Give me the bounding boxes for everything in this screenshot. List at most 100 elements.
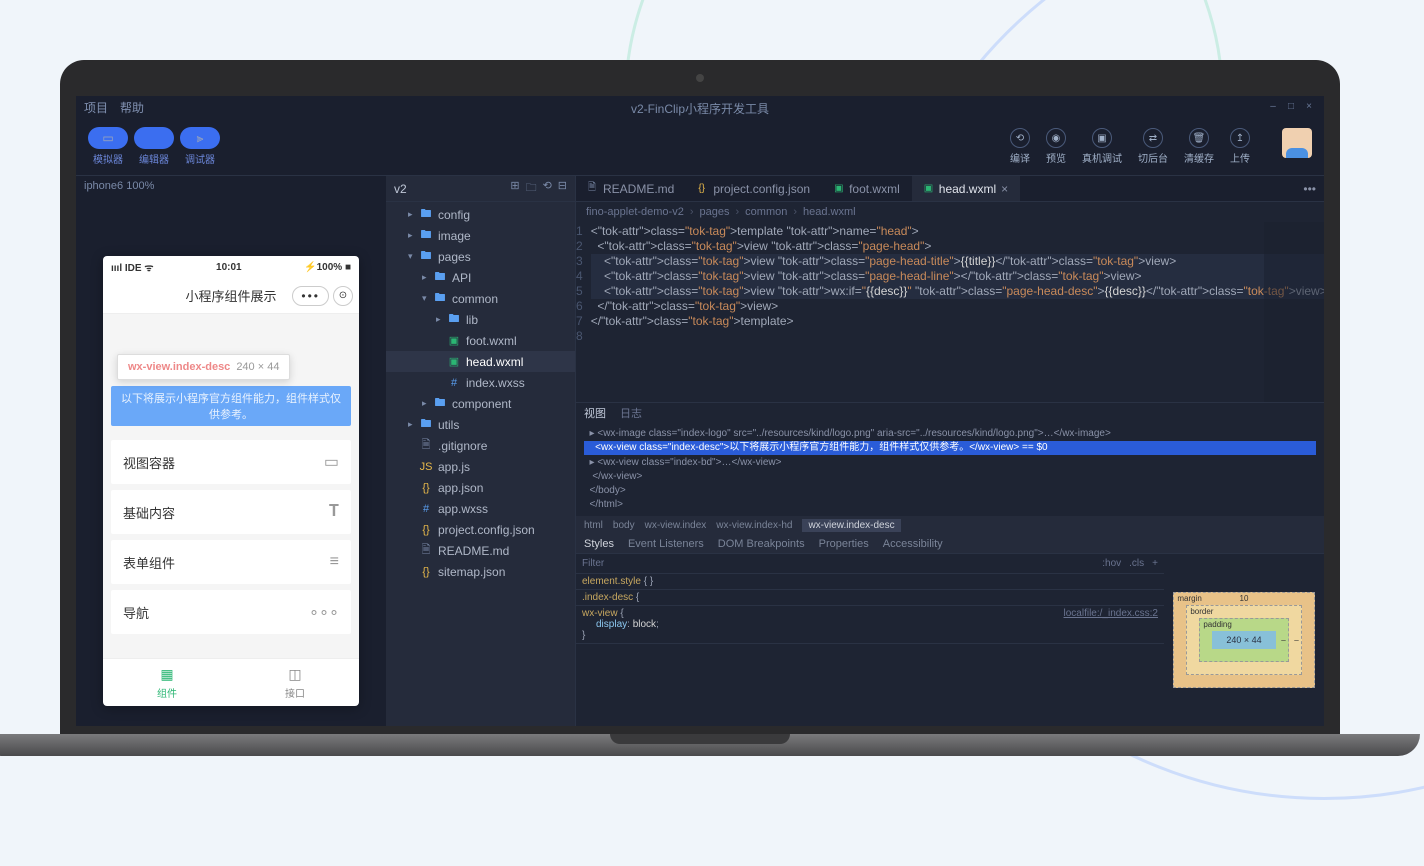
breadcrumb-seg[interactable]: head.wxml (803, 206, 856, 218)
dom-crumb-seg[interactable]: wx-view.index-hd (716, 520, 792, 531)
action-remote-debug[interactable]: ▣真机调试 (1082, 128, 1122, 165)
user-avatar[interactable] (1282, 128, 1312, 158)
tree-node[interactable]: # app.wxss (386, 498, 575, 519)
tree-node[interactable]: # index.wxss (386, 372, 575, 393)
tool-tab-1[interactable]: 编辑器 (134, 127, 174, 166)
menu-help[interactable]: 帮助 (120, 99, 144, 116)
tree-node[interactable]: {} sitemap.json (386, 561, 575, 582)
editor-tab[interactable]: {}project.config.json (686, 176, 822, 201)
capsule-menu[interactable]: ••• (292, 286, 329, 306)
code-editor[interactable]: 12345678 <"tok-attr">class="tok-tag">tem… (576, 222, 1324, 402)
refresh-icon[interactable]: ⟲ (543, 179, 552, 198)
devtools-sub-tab[interactable]: Properties (819, 538, 869, 550)
tab-component[interactable]: ▦组件 (103, 659, 231, 706)
devtools-sub-tab[interactable]: DOM Breakpoints (718, 538, 805, 550)
tree-node[interactable]: 🗎 README.md (386, 540, 575, 561)
tree-node[interactable]: ▸ 🖿 lib (386, 309, 575, 330)
tree-node[interactable]: ▣ head.wxml (386, 351, 575, 372)
window-minimize[interactable]: – (1266, 101, 1280, 113)
css-rule[interactable]: .index-desc {</span> <div class="prop"><… (576, 590, 1164, 606)
breadcrumb-seg[interactable]: common (745, 206, 787, 218)
devtools-panel: 视图日志 ▸ <wx-image class="index-logo" src=… (576, 402, 1324, 726)
devtools-top-tab[interactable]: 日志 (620, 405, 642, 421)
tool-tab-0[interactable]: ▭ 模拟器 (88, 127, 128, 166)
phone-navbar: 小程序组件展示 ••• ⊙ (103, 278, 359, 314)
devtools-sub-tab[interactable]: Event Listeners (628, 538, 704, 550)
devtools-sub-tab[interactable]: Styles (584, 538, 614, 550)
tree-node[interactable]: 🗎 .gitignore (386, 435, 575, 456)
tree-node[interactable]: {} app.json (386, 477, 575, 498)
tree-node[interactable]: ▣ foot.wxml (386, 330, 575, 351)
action-upload[interactable]: ↥上传 (1230, 128, 1250, 165)
status-time: 10:01 (154, 262, 305, 273)
file-explorer: v2 ⊞ 🗀 ⟲ ⊟ ▸ 🖿 config ▸ 🖿 image ▾ 🖿 (386, 176, 576, 726)
list-item[interactable]: 导航∘∘∘ (111, 590, 351, 634)
action-background[interactable]: ⇄切后台 (1138, 128, 1168, 165)
camera-dot (696, 74, 704, 82)
css-rule[interactable]: wx-view {localfile:/_index.css:2 display… (576, 606, 1164, 644)
nav-title: 小程序组件展示 (185, 286, 276, 305)
window-maximize[interactable]: □ (1284, 101, 1298, 113)
tree-root-label[interactable]: v2 (394, 182, 407, 196)
new-folder-icon[interactable]: 🗀 (526, 179, 537, 198)
tool-tab-2[interactable]: ⫸ 调试器 (180, 127, 220, 166)
status-battery: ⚡100% ■ (304, 262, 351, 273)
minimap[interactable] (1264, 222, 1324, 402)
dom-breadcrumb: html body wx-view.index wx-view.index-hd wx-… (576, 516, 1324, 534)
sim-device[interactable]: iphone6 (84, 180, 123, 192)
capsule-close[interactable]: ⊙ (333, 286, 353, 306)
styles-filter-btn[interactable]: + (1152, 558, 1158, 569)
editor-tab[interactable]: 🗎README.md (576, 176, 686, 201)
tab-api[interactable]: ◫接口 (231, 659, 359, 706)
editor-tab[interactable]: ▣foot.wxml (822, 176, 912, 201)
box-model: margin10 border– padding– 240 × 44 (1164, 554, 1324, 726)
window-close[interactable]: × (1302, 101, 1316, 113)
sim-zoom[interactable]: 100% (126, 180, 154, 192)
devtools-sub-tab[interactable]: Accessibility (883, 538, 943, 550)
tree-node[interactable]: ▸ 🖿 config (386, 204, 575, 225)
editor-panel: 🗎README.md {}project.config.json ▣foot.w… (576, 176, 1324, 726)
element-tooltip: wx-view.index-desc240 × 44 (117, 354, 290, 380)
action-preview[interactable]: ◉预览 (1046, 128, 1066, 165)
new-file-icon[interactable]: ⊞ (510, 179, 519, 198)
devtools-top-tab[interactable]: 视图 (584, 405, 606, 421)
tree-node[interactable]: {} project.config.json (386, 519, 575, 540)
collapse-icon[interactable]: ⊟ (558, 179, 567, 198)
tabs-overflow[interactable]: ••• (1295, 176, 1324, 201)
dom-crumb-seg[interactable]: wx-view.index-desc (802, 519, 900, 532)
simulator-panel: iphone6 100% ıııl IDE ᯤ 10:01 ⚡100% ■ 小程… (76, 176, 386, 726)
action-compile[interactable]: ⟲编译 (1010, 128, 1030, 165)
breadcrumb: fino-applet-demo-v2›pages›common›head.wx… (576, 202, 1324, 222)
dom-crumb-seg[interactable]: wx-view.index (645, 520, 707, 531)
highlighted-element[interactable]: 以下将展示小程序官方组件能力，组件样式仅供参考。 (111, 386, 351, 426)
tree-node[interactable]: ▸ 🖿 utils (386, 414, 575, 435)
dom-crumb-seg[interactable]: html (584, 520, 603, 531)
dom-tree[interactable]: ▸ <wx-image class="index-logo" src="../r… (576, 423, 1324, 516)
phone-tabbar: ▦组件 ◫接口 (103, 658, 359, 706)
list-item[interactable]: 表单组件≡ (111, 540, 351, 584)
styles-filter[interactable]: Filter (582, 558, 604, 569)
tree-node[interactable]: ▾ 🖿 common (386, 288, 575, 309)
css-rule[interactable]: element.style { } (576, 574, 1164, 590)
action-clear-cache[interactable]: 🗑清缓存 (1184, 128, 1214, 165)
styles-filter-btn[interactable]: :hov (1102, 558, 1121, 569)
phone-statusbar: ıııl IDE ᯤ 10:01 ⚡100% ■ (103, 256, 359, 278)
laptop-base (0, 734, 1420, 756)
list-item[interactable]: 基础内容𝐓 (111, 490, 351, 534)
tree-node[interactable]: ▸ 🖿 API (386, 267, 575, 288)
status-carrier: ıııl IDE ᯤ (111, 260, 154, 274)
dom-crumb-seg[interactable]: body (613, 520, 635, 531)
menu-project[interactable]: 项目 (84, 99, 108, 116)
tree-node[interactable]: ▸ 🖿 component (386, 393, 575, 414)
menubar: 项目 帮助 – □ × (76, 96, 1324, 118)
list-item[interactable]: 视图容器▭ (111, 440, 351, 484)
phone-simulator: ıııl IDE ᯤ 10:01 ⚡100% ■ 小程序组件展示 ••• ⊙ (103, 256, 359, 706)
tree-node[interactable]: JS app.js (386, 456, 575, 477)
styles-filter-btn[interactable]: .cls (1129, 558, 1144, 569)
tree-node[interactable]: ▸ 🖿 image (386, 225, 575, 246)
tree-node[interactable]: ▾ 🖿 pages (386, 246, 575, 267)
breadcrumb-seg[interactable]: pages (700, 206, 730, 218)
editor-tab[interactable]: ▣head.wxml× (912, 176, 1020, 201)
breadcrumb-seg[interactable]: fino-applet-demo-v2 (586, 206, 684, 218)
laptop-frame: v2-FinClip小程序开发工具 项目 帮助 – □ × ▭ 模拟器 编辑器 … (60, 60, 1340, 756)
